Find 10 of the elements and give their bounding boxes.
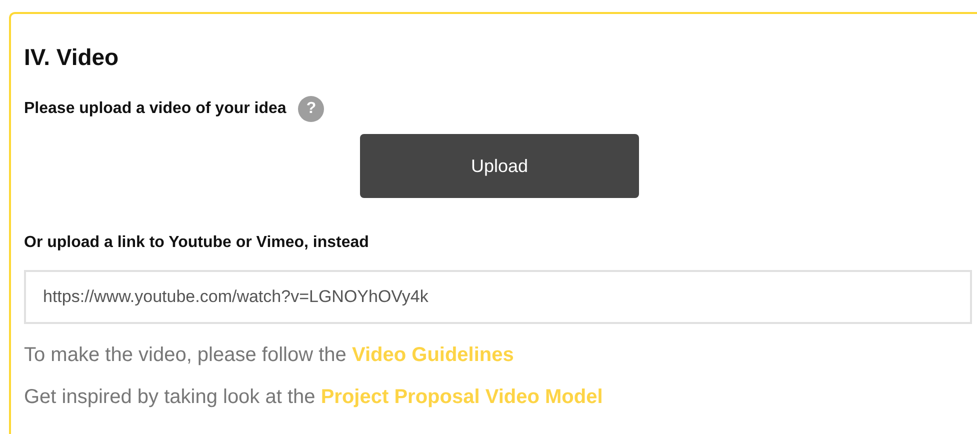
upload-label: Please upload a video of your idea: [24, 99, 286, 119]
guideline-link[interactable]: Project Proposal Video Model: [320, 386, 603, 408]
help-icon[interactable]: ?: [298, 96, 324, 122]
guideline-link[interactable]: Video Guidelines: [352, 344, 514, 366]
guideline-text: Get inspired by taking look at the Project Proposal Video Model: [24, 385, 604, 410]
upload-button[interactable]: Upload: [360, 134, 639, 198]
guideline-text: To make the video, please follow the Video Guidelines: [24, 343, 515, 368]
link-label: Or upload a link to Youtube or Vimeo, instead: [24, 233, 370, 253]
section-title: IV. Video: [24, 46, 120, 69]
link-input-field[interactable]: https://www.youtube.com/watch?v=LGNOYhOVy4k: [24, 270, 972, 324]
